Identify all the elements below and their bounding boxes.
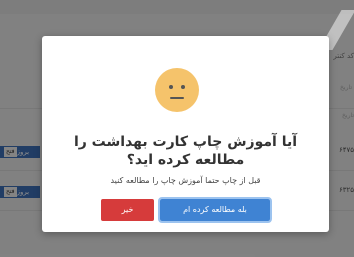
cancel-button[interactable]: خیر	[101, 199, 154, 221]
dialog-title: آیا آموزش چاپ کارت بهداشت را مطالعه کرده…	[73, 134, 298, 168]
confirm-dialog: آیا آموزش چاپ کارت بهداشت را مطالعه کرده…	[42, 36, 329, 232]
confirm-read-button[interactable]: بله مطالعه کرده ام	[158, 197, 272, 223]
dialog-subtitle: قبل از چاپ حتما آموزش چاپ را مطالعه کنید	[110, 176, 261, 185]
neutral-face-icon	[155, 68, 199, 112]
face-eye	[181, 85, 185, 89]
face-mouth	[170, 97, 184, 99]
face-eye	[169, 85, 173, 89]
